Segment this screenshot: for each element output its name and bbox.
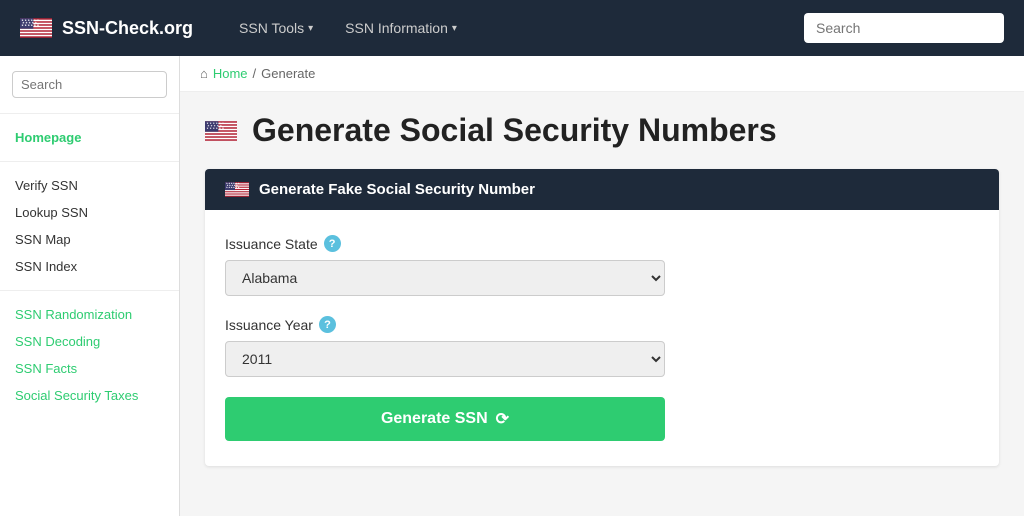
issuance-state-label: Issuance State ?: [225, 235, 979, 252]
main-content: ⌂ Home / Generate ★ ★ ★ ★ ★ ★: [180, 56, 1024, 516]
issuance-state-help-icon[interactable]: ?: [324, 235, 341, 252]
sidebar-divider-2: [0, 290, 179, 291]
sidebar-item-ssn-decoding[interactable]: SSN Decoding: [0, 328, 179, 355]
nav-tools[interactable]: SSN Tools ▾: [223, 0, 329, 56]
generate-card: ★ ★ ★ ★ ★ ★ ★ ★ ★ ★ ★ ★ ★ ★ ★ ★ ★ Genera…: [205, 169, 999, 466]
title-flag-icon: ★ ★ ★ ★ ★ ★ ★ ★ ★ ★ ★ ★ ★ ★ ★ ★ ★: [205, 121, 237, 141]
breadcrumb-home[interactable]: Home: [213, 66, 248, 81]
issuance-year-group: Issuance Year ? Any Year 2009 2010 2011 …: [225, 316, 979, 377]
sidebar-search-input[interactable]: [12, 71, 167, 98]
issuance-year-select[interactable]: Any Year 2009 2010 2011 2012 2013: [225, 341, 665, 377]
sidebar-divider-1: [0, 161, 179, 162]
sidebar-item-verify-ssn[interactable]: Verify SSN: [0, 172, 179, 199]
card-header: ★ ★ ★ ★ ★ ★ ★ ★ ★ ★ ★ ★ ★ ★ ★ ★ ★ Genera…: [205, 169, 999, 210]
svg-text:★ ★ ★ ★ ★ ★: ★ ★ ★ ★ ★ ★: [21, 23, 40, 27]
sidebar-item-social-security-taxes[interactable]: Social Security Taxes: [0, 382, 179, 409]
sidebar-item-ssn-map[interactable]: SSN Map: [0, 226, 179, 253]
refresh-icon: ⟳: [496, 409, 509, 429]
card-body: Issuance State ? Any State Alabama Alask…: [205, 210, 999, 466]
home-icon: ⌂: [200, 66, 208, 81]
flag-icon: ★ ★ ★ ★ ★ ★ ★ ★ ★ ★ ★ ★ ★ ★ ★ ★ ★: [20, 18, 52, 38]
sidebar: Homepage Verify SSN Lookup SSN SSN Map S…: [0, 56, 180, 516]
sidebar-search-container: [0, 71, 179, 114]
navbar: ★ ★ ★ ★ ★ ★ ★ ★ ★ ★ ★ ★ ★ ★ ★ ★ ★ SSN-Ch…: [0, 0, 1024, 56]
sidebar-item-ssn-index[interactable]: SSN Index: [0, 253, 179, 280]
page-title: Generate Social Security Numbers: [252, 112, 777, 149]
sidebar-item-ssn-facts[interactable]: SSN Facts: [0, 355, 179, 382]
nav-tools-label: SSN Tools: [239, 20, 304, 36]
issuance-year-label: Issuance Year ?: [225, 316, 979, 333]
sidebar-item-ssn-randomization[interactable]: SSN Randomization: [0, 301, 179, 328]
content-area: ★ ★ ★ ★ ★ ★ ★ ★ ★ ★ ★ ★ ★ ★ ★ ★ ★ Genera…: [180, 92, 1024, 486]
issuance-year-help-icon[interactable]: ?: [319, 316, 336, 333]
card-header-flag-icon: ★ ★ ★ ★ ★ ★ ★ ★ ★ ★ ★ ★ ★ ★ ★ ★ ★: [225, 182, 249, 197]
sidebar-item-homepage[interactable]: Homepage: [0, 124, 179, 151]
svg-text:★ ★ ★ ★ ★ ★: ★ ★ ★ ★ ★ ★: [206, 126, 225, 130]
navbar-search-input[interactable]: [804, 13, 1004, 43]
chevron-down-icon: ▾: [308, 23, 313, 34]
card-header-label: Generate Fake Social Security Number: [259, 181, 535, 198]
brand-logo[interactable]: ★ ★ ★ ★ ★ ★ ★ ★ ★ ★ ★ ★ ★ ★ ★ ★ ★ SSN-Ch…: [20, 18, 193, 39]
breadcrumb: ⌂ Home / Generate: [180, 56, 1024, 92]
sidebar-item-lookup-ssn[interactable]: Lookup SSN: [0, 199, 179, 226]
page-layout: Homepage Verify SSN Lookup SSN SSN Map S…: [0, 56, 1024, 516]
nav-info-label: SSN Information: [345, 20, 448, 36]
nav-information[interactable]: SSN Information ▾: [329, 0, 473, 56]
generate-ssn-button[interactable]: Generate SSN ⟳: [225, 397, 665, 441]
generate-ssn-label: Generate SSN: [381, 410, 488, 428]
nav-menu: SSN Tools ▾ SSN Information ▾: [223, 0, 804, 56]
page-title-container: ★ ★ ★ ★ ★ ★ ★ ★ ★ ★ ★ ★ ★ ★ ★ ★ ★ Genera…: [205, 112, 999, 149]
navbar-search-container: [804, 13, 1004, 43]
breadcrumb-current: Generate: [261, 66, 315, 81]
brand-name: SSN-Check.org: [62, 18, 193, 39]
issuance-state-select[interactable]: Any State Alabama Alaska Arizona Arkansa…: [225, 260, 665, 296]
breadcrumb-separator: /: [253, 66, 257, 81]
chevron-down-icon: ▾: [452, 23, 457, 34]
svg-text:★ ★ ★ ★ ★ ★: ★ ★ ★ ★ ★ ★: [225, 186, 240, 189]
issuance-state-group: Issuance State ? Any State Alabama Alask…: [225, 235, 979, 296]
